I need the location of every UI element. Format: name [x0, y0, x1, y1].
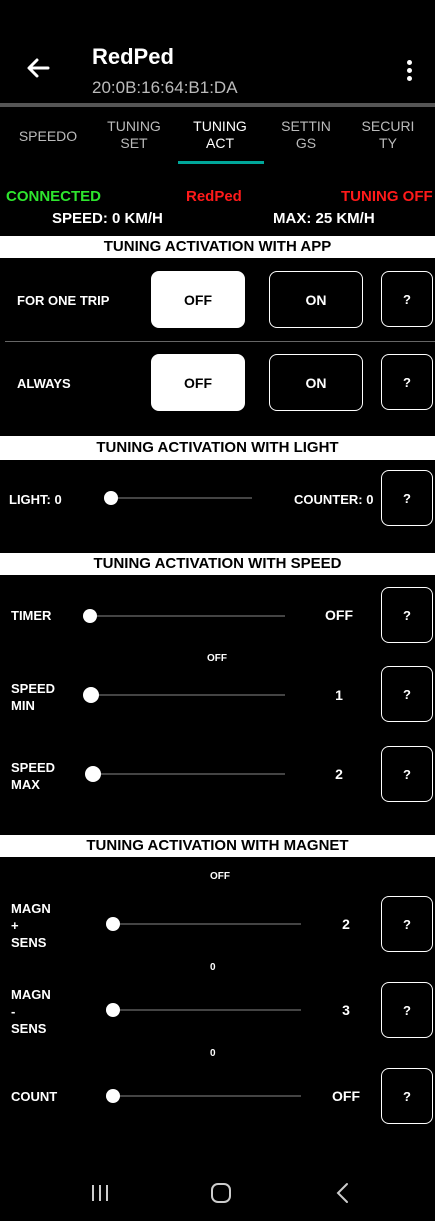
- speed-min-label: SPEED MIN: [11, 681, 56, 713]
- timer-value: OFF: [325, 607, 353, 623]
- speed-max-value: 2: [335, 766, 343, 782]
- magn-minus-below-value: 0: [210, 1048, 216, 1059]
- magn-minus-value: 3: [342, 1002, 350, 1018]
- light-help-button[interactable]: ?: [381, 470, 433, 526]
- always-help-button[interactable]: ?: [381, 354, 433, 410]
- timer-state: OFF: [207, 653, 227, 664]
- speed-min-slider-track[interactable]: [90, 694, 285, 696]
- speed-readout: SPEED: 0 KM/H: [52, 210, 163, 227]
- one-trip-on-button[interactable]: ON: [269, 271, 363, 328]
- recent-apps-icon[interactable]: [89, 1182, 111, 1204]
- speed-max-slider-track[interactable]: [92, 773, 285, 775]
- magn-minus-slider-thumb[interactable]: [106, 1003, 120, 1017]
- light-label: LIGHT: 0: [9, 492, 62, 507]
- magn-plus-slider-thumb[interactable]: [106, 917, 120, 931]
- magn-plus-slider-track[interactable]: [113, 923, 301, 925]
- app-bar-divider: [0, 103, 435, 107]
- one-trip-help-button[interactable]: ?: [381, 271, 433, 327]
- count-help-button[interactable]: ?: [381, 1068, 433, 1124]
- magn-plus-sens-label: MAGN + SENS: [11, 901, 51, 950]
- magn-plus-value: 2: [342, 916, 350, 932]
- always-on-button[interactable]: ON: [269, 354, 363, 411]
- tab-tuning-act[interactable]: TUNING ACT: [184, 118, 256, 152]
- count-label: COUNT: [11, 1089, 58, 1104]
- magn-minus-help-button[interactable]: ?: [381, 982, 433, 1038]
- row-label-one-trip: FOR ONE TRIP: [17, 293, 110, 308]
- tab-security[interactable]: SECURI TY: [352, 118, 424, 152]
- tuning-status: TUNING OFF: [341, 188, 433, 205]
- section-header-speed: TUNING ACTIVATION WITH SPEED: [0, 553, 435, 575]
- back-arrow-icon[interactable]: [22, 52, 54, 84]
- more-options-icon[interactable]: [400, 58, 420, 84]
- connection-status: CONNECTED: [6, 188, 102, 205]
- speed-min-help-button[interactable]: ?: [381, 666, 433, 722]
- device-name: RedPed: [186, 188, 242, 205]
- timer-slider-track[interactable]: [89, 615, 285, 617]
- timer-slider-thumb[interactable]: [83, 609, 97, 623]
- section-header-magnet: TUNING ACTIVATION WITH MAGNET: [0, 835, 435, 857]
- always-off-button[interactable]: OFF: [151, 354, 245, 411]
- timer-help-button[interactable]: ?: [381, 587, 433, 643]
- tab-speedo[interactable]: SPEEDO: [12, 128, 84, 145]
- tab-tuning-set[interactable]: TUNING SET: [98, 118, 170, 152]
- count-value: OFF: [332, 1088, 360, 1104]
- one-trip-off-button[interactable]: OFF: [151, 271, 245, 328]
- back-nav-icon[interactable]: [333, 1181, 353, 1205]
- max-speed-readout: MAX: 25 KM/H: [273, 210, 375, 227]
- row-label-always: ALWAYS: [17, 376, 71, 391]
- speed-max-slider-thumb[interactable]: [85, 766, 101, 782]
- magn-plus-help-button[interactable]: ?: [381, 896, 433, 952]
- magnet-panel: [5, 857, 435, 1152]
- page-title: RedPed: [92, 44, 174, 69]
- timer-label: TIMER: [11, 608, 52, 623]
- magnet-state: OFF: [210, 871, 230, 882]
- count-slider-thumb[interactable]: [106, 1089, 120, 1103]
- active-tab-indicator: [178, 161, 264, 164]
- device-address: 20:0B:16:64:B1:DA: [92, 78, 238, 97]
- speed-max-help-button[interactable]: ?: [381, 746, 433, 802]
- speed-min-slider-thumb[interactable]: [83, 687, 99, 703]
- tab-settings[interactable]: SETTIN GS: [270, 118, 342, 152]
- magn-minus-slider-track[interactable]: [113, 1009, 301, 1011]
- speed-panel: [5, 575, 435, 833]
- section-header-light: TUNING ACTIVATION WITH LIGHT: [0, 436, 435, 460]
- light-slider-thumb[interactable]: [104, 491, 118, 505]
- magn-plus-below-value: 0: [210, 962, 216, 973]
- speed-max-label: SPEED MAX: [11, 760, 56, 792]
- row-divider: [5, 341, 435, 342]
- speed-min-value: 1: [335, 687, 343, 703]
- magn-minus-sens-label: MAGN - SENS: [11, 987, 51, 1036]
- light-slider-track[interactable]: [110, 497, 252, 499]
- counter-label: COUNTER: 0: [294, 492, 374, 507]
- home-icon[interactable]: [209, 1181, 233, 1205]
- count-slider-track[interactable]: [113, 1095, 301, 1097]
- section-header-app: TUNING ACTIVATION WITH APP: [0, 236, 435, 258]
